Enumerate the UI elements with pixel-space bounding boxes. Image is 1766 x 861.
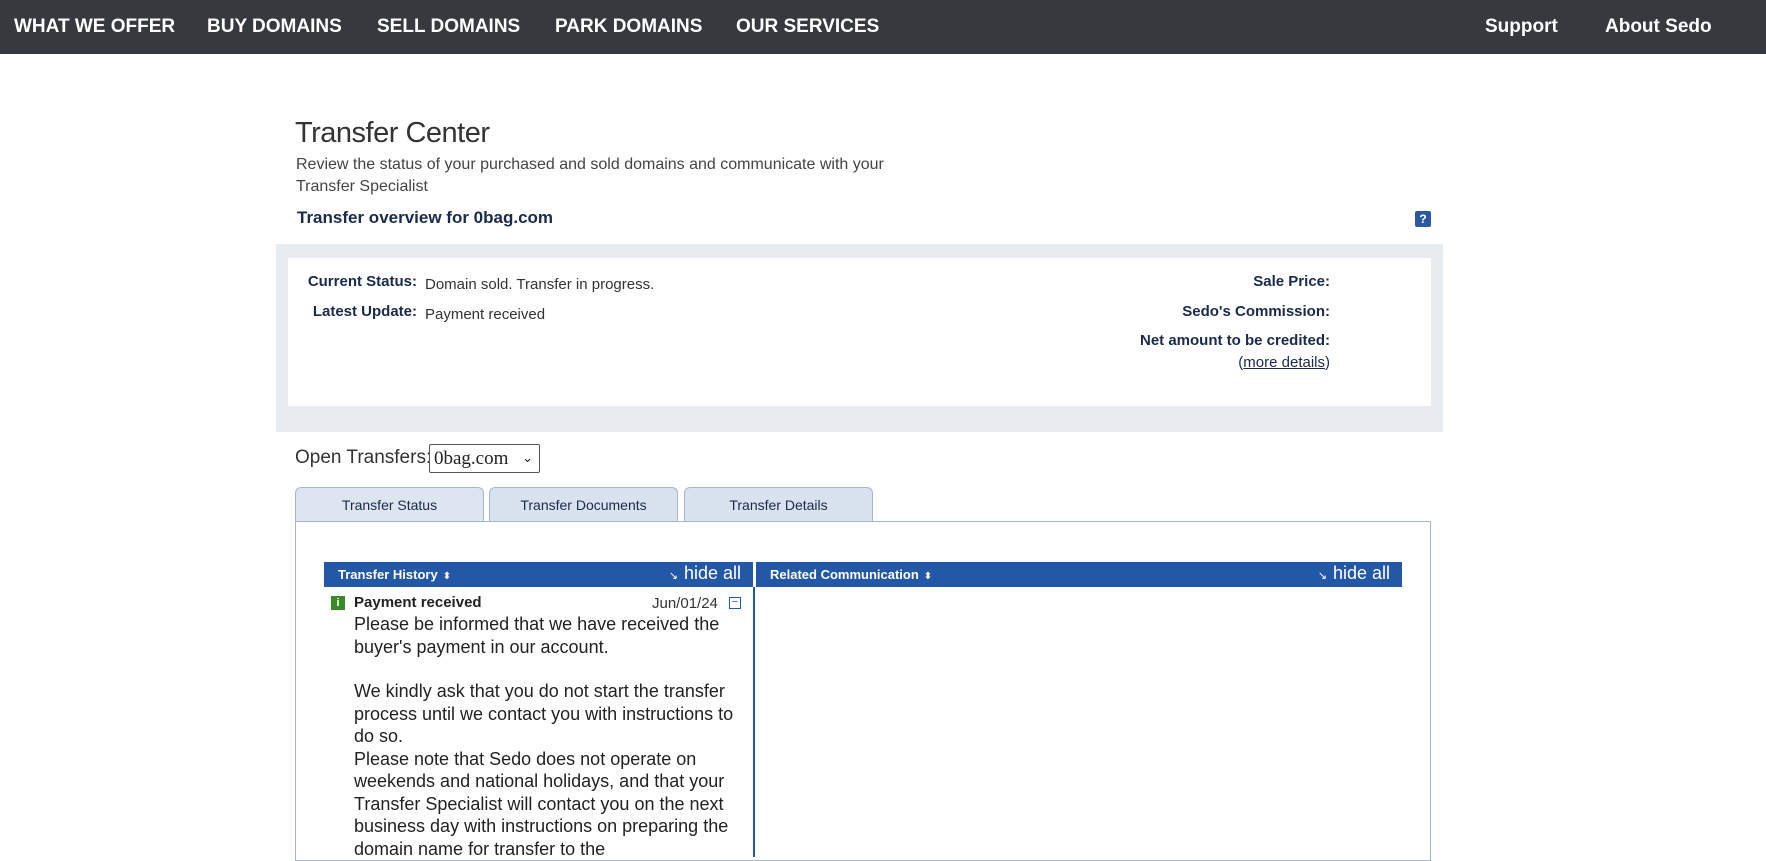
latest-update-value: Payment received [425,306,546,323]
page-title: Transfer Center [295,117,490,149]
latest-update-label: Latest Update: [312,303,417,320]
related-communication-header: Related Communication ⬍ ↘ hide all [756,562,1402,587]
current-status-value: Domain sold. Transfer in progress. [425,276,655,293]
nav-support[interactable]: Support [1485,0,1558,54]
history-hide-all-label: hide all [683,563,741,583]
related-communication-title[interactable]: Related Communication ⬍ [770,562,932,589]
open-transfers-select[interactable]: 0bag.com ⌄ [429,444,540,473]
history-entry-paragraph: Please note that Sedo does not operate o… [354,748,729,859]
collapse-arrow-icon: ↘ [668,570,678,582]
history-entry-paragraph: We kindly ask that you do not start the … [354,681,734,746]
overview-title: Transfer overview for 0bag.com [297,208,554,227]
help-icon[interactable]: ? [1415,211,1431,227]
nav-sell-domains[interactable]: SELL DOMAINS [377,0,520,54]
transfer-history-title-text: Transfer History [338,567,438,582]
tab-transfer-status[interactable]: Transfer Status [295,487,484,522]
collapse-arrow-icon: ↘ [1317,570,1327,582]
transfer-summary-inner: Current Status: Domain sold. Transfer in… [288,258,1431,406]
nav-buy-domains[interactable]: BUY DOMAINS [207,0,342,54]
current-status-label: Current Status: [307,273,417,290]
history-entry-paragraph: Please be informed that we have received… [354,614,720,657]
net-amount-label: Net amount to be credited: [1139,332,1330,349]
history-entry-body: Please be informed that we have received… [354,613,749,860]
tab-transfer-documents[interactable]: Transfer Documents [489,487,678,522]
page-subtitle: Review the status of your purchased and … [296,156,884,195]
more-details-close-paren: ) [1325,354,1330,371]
chevron-down-icon: ⌄ [522,451,533,466]
transfer-history-header: Transfer History ⬍ ↘ hide all [324,562,753,587]
more-details-link[interactable]: more details [1243,354,1325,371]
nav-our-services[interactable]: OUR SERVICES [736,0,879,54]
top-navigation: WHAT WE OFFER BUY DOMAINS SELL DOMAINS P… [0,0,1766,54]
sale-price-label: Sale Price: [1253,273,1330,290]
open-transfers-selected: 0bag.com [434,448,509,469]
open-transfers-label: Open Transfers: [295,447,432,468]
nav-park-domains[interactable]: PARK DOMAINS [555,0,702,54]
history-entry-title: Payment received [354,594,482,611]
nav-what-we-offer[interactable]: WHAT WE OFFER [14,0,175,54]
info-icon: i [331,596,345,610]
related-communication-title-text: Related Communication [770,567,919,582]
communication-hide-all-button[interactable]: ↘ hide all [1318,562,1390,588]
more-details: (more details) [1238,354,1330,371]
transfer-history-title[interactable]: Transfer History ⬍ [338,562,451,589]
tab-transfer-details[interactable]: Transfer Details [684,487,873,522]
commission-label: Sedo's Commission: [1182,303,1330,320]
transfer-summary: Current Status: Domain sold. Transfer in… [276,244,1443,432]
collapse-icon[interactable]: − [729,597,741,609]
history-entry-date: Jun/01/24 [652,595,718,612]
history-hide-all-button[interactable]: ↘ hide all [669,562,741,588]
nav-about-sedo[interactable]: About Sedo [1605,0,1712,54]
sort-icon: ⬍ [923,571,933,582]
column-divider [753,587,755,857]
sort-icon: ⬍ [442,571,452,582]
communication-hide-all-label: hide all [1332,563,1390,583]
